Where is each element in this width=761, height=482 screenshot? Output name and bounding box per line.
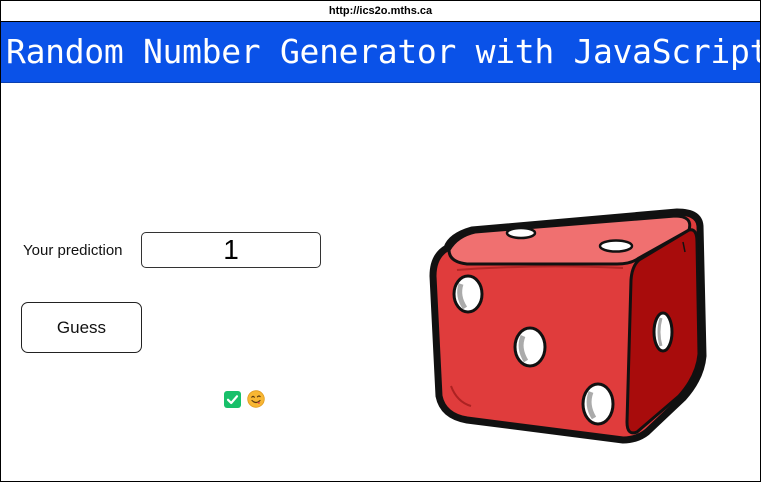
page-title: Random Number Generator with JavaScript (6, 32, 761, 71)
check-mark-icon (224, 390, 241, 408)
face-savoring-food-icon (247, 390, 265, 408)
prediction-input[interactable] (141, 232, 321, 268)
prediction-label: Your prediction (23, 242, 123, 259)
browser-window: http://ics2o.mths.ca Random Number Gener… (0, 0, 761, 482)
guess-button[interactable]: Guess (21, 302, 142, 353)
header-banner: Random Number Generator with JavaScript (1, 22, 760, 83)
result-indicator (224, 390, 265, 408)
red-die-icon (427, 206, 707, 446)
address-bar[interactable]: http://ics2o.mths.ca (1, 1, 760, 22)
url-text: http://ics2o.mths.ca (328, 5, 433, 17)
